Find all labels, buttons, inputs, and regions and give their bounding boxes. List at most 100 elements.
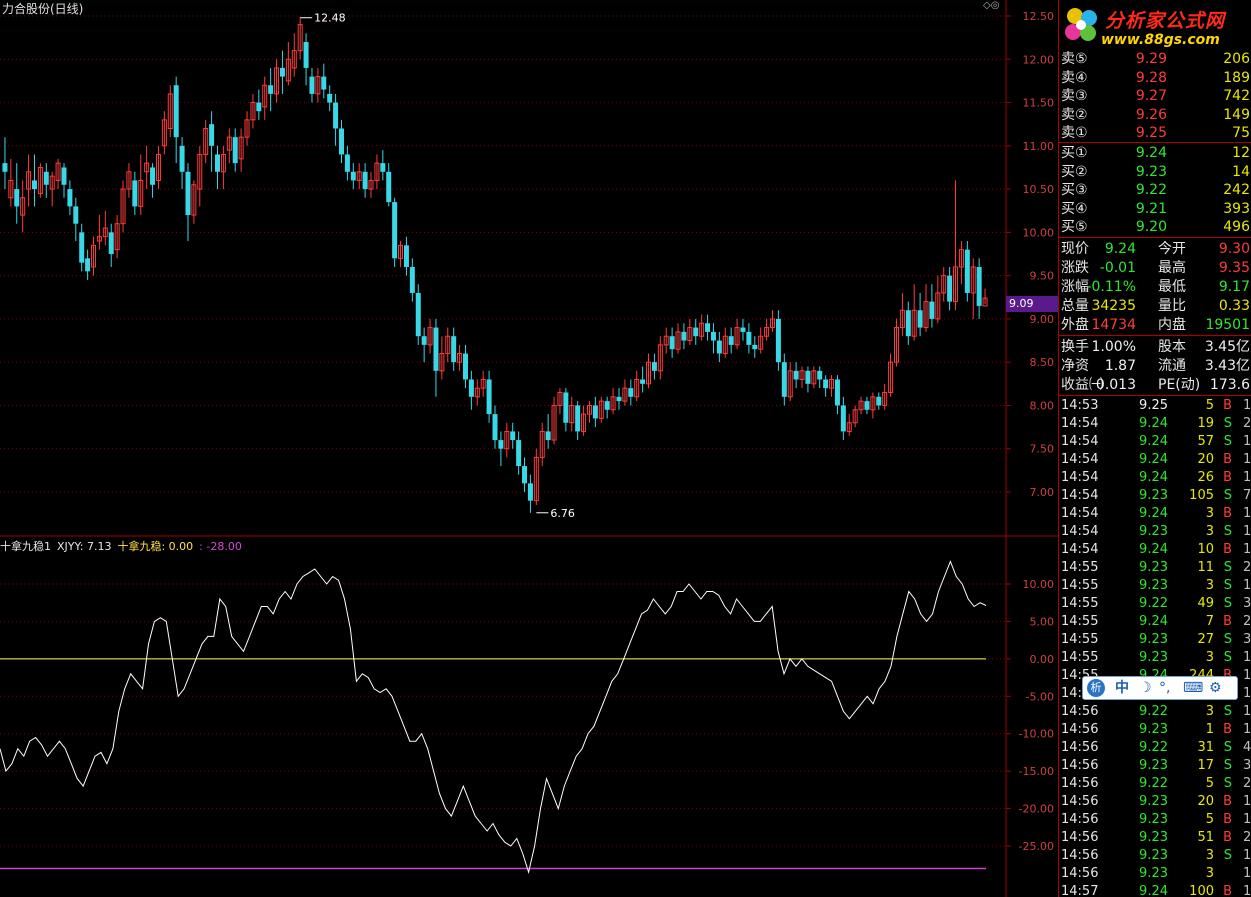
- trade-count: 1: [1243, 866, 1251, 881]
- trade-count: 1: [1243, 506, 1251, 521]
- candle-body: [344, 154, 350, 172]
- quote-label: PE(动): [1158, 377, 1201, 393]
- trade-time: 14:56: [1061, 794, 1099, 809]
- trade-count: 1: [1243, 650, 1251, 665]
- quote-row: 收益㈠ 0.013 PE(动) 173.6: [1059, 376, 1251, 394]
- trade-price: 9.22: [1139, 704, 1168, 719]
- price-tick-label: 9.00: [1030, 313, 1055, 326]
- trade-volume: 20: [1197, 452, 1214, 467]
- chart-title: 力合股份(日线): [2, 2, 84, 16]
- candle-body: [710, 331, 716, 341]
- keyboard-icon[interactable]: ⌨: [1183, 677, 1203, 699]
- trade-price: 9.25: [1139, 398, 1168, 413]
- trade-row: 14:54 9.23 105 S 7: [1059, 487, 1251, 505]
- candle-body: [746, 331, 752, 345]
- trade-count: 2: [1243, 416, 1251, 431]
- quote-label: 换手: [1061, 339, 1089, 355]
- quote-row: 现价 9.24 今开 9.30: [1059, 240, 1251, 258]
- quote-label: 涨幅: [1061, 279, 1089, 295]
- candle-body: [392, 202, 398, 259]
- trade-price: 9.24: [1139, 452, 1168, 467]
- trade-price: 9.23: [1139, 866, 1168, 881]
- candle-body: [516, 440, 522, 467]
- orderbook-divider: [1059, 142, 1251, 143]
- trade-row: 14:54 9.24 20 B 1: [1059, 451, 1251, 469]
- orderbook-sell-row: 卖① 9.25 75: [1059, 124, 1251, 142]
- orderbook-level-label: 买①: [1061, 145, 1088, 161]
- indicator-tick-label: 0.00: [1030, 653, 1055, 666]
- trade-count: 1: [1243, 722, 1251, 737]
- trade-time: 14:55: [1061, 632, 1099, 647]
- orderbook-volume: 242: [1223, 182, 1250, 198]
- trade-direction: S: [1223, 560, 1232, 575]
- price-tick-label: 7.50: [1030, 443, 1055, 456]
- trade-price: 9.22: [1139, 740, 1168, 755]
- logo-brand-text: 分析家公式网: [1105, 10, 1226, 32]
- stock-chart[interactable]: 12.50 12.00 11.50 11.00 10.50 10.00 9.50 9.00 8.…: [0, 0, 1058, 897]
- quote-value: 9.24: [1104, 241, 1136, 257]
- trade-volume: 105: [1189, 488, 1214, 503]
- candle-body: [386, 171, 392, 203]
- candle-body: [522, 466, 528, 484]
- trade-price: 9.24: [1139, 614, 1168, 629]
- trade-volume: 10: [1197, 542, 1214, 557]
- orderbook-level-label: 卖⑤: [1061, 51, 1088, 67]
- trade-price: 9.24: [1139, 470, 1168, 485]
- trade-price: 9.23: [1139, 560, 1168, 575]
- candle-body: [805, 370, 811, 384]
- chart-corner-icons[interactable]: ◇◎: [983, 0, 999, 11]
- trade-count: 1: [1243, 686, 1251, 701]
- quote-value: 3.45亿: [1204, 339, 1250, 355]
- trade-direction: B: [1223, 614, 1232, 629]
- candle-body: [185, 171, 191, 216]
- moon-icon[interactable]: ☽: [1139, 677, 1152, 699]
- trade-row: 14:56 9.22 31 S 4: [1059, 739, 1251, 757]
- candle-body: [840, 405, 846, 432]
- site-logo[interactable]: 分析家公式网 www.88gs.com: [1059, 0, 1251, 52]
- trade-direction: S: [1223, 596, 1232, 611]
- orderbook-buy-row: 买② 9.23 14: [1059, 163, 1251, 181]
- trade-count: 1: [1243, 524, 1251, 539]
- ime-logo-icon[interactable]: 析: [1087, 679, 1105, 697]
- candle-body: [43, 171, 49, 185]
- trade-volume: 57: [1197, 434, 1214, 449]
- candle-body: [232, 137, 238, 164]
- gear-icon[interactable]: ⚙: [1209, 677, 1222, 699]
- current-price-tag: 9.09: [1006, 296, 1058, 312]
- orderbook-divider: [1059, 237, 1251, 238]
- quote-value: 0.013: [1095, 377, 1136, 393]
- ime-toolbar[interactable]: 析 中 ☽ °, ⌨ ⚙: [1082, 676, 1238, 700]
- orderbook-volume: 206: [1223, 51, 1250, 67]
- trade-volume: 17: [1197, 758, 1214, 773]
- candle-body: [85, 258, 91, 272]
- candle-body: [333, 102, 339, 129]
- candle-body: [451, 336, 457, 363]
- trade-count: 1: [1243, 542, 1251, 557]
- logo-url-text: www.88gs.com: [1101, 32, 1220, 48]
- trade-count: 2: [1243, 614, 1251, 629]
- candle-body: [350, 171, 356, 181]
- candle-body: [575, 405, 581, 432]
- trade-row: 14:56 9.23 3 1: [1059, 865, 1251, 883]
- trade-row: 14:56 9.23 3 S 1: [1059, 847, 1251, 865]
- candle-body: [486, 379, 492, 415]
- trade-volume: 51: [1197, 830, 1214, 845]
- trade-row: 14:55 9.24 7 B 2: [1059, 613, 1251, 631]
- trade-row: 14:55 9.23 27 S 3: [1059, 631, 1251, 649]
- quote-label: 量比: [1158, 298, 1186, 314]
- indicator-legend: 十拿九稳1 XJYY: 7.13 十拿九稳: 0.00: -28.00: [0, 538, 248, 554]
- trade-row: 14:56 9.23 17 S 3: [1059, 757, 1251, 775]
- trade-count: 2: [1243, 560, 1251, 575]
- trade-price: 9.23: [1139, 578, 1168, 593]
- orderbook-buy-row: 买④ 9.21 393: [1059, 200, 1251, 218]
- punctuation-toggle[interactable]: °,: [1159, 677, 1170, 699]
- ime-mode-toggle[interactable]: 中: [1115, 677, 1129, 699]
- quote-panel: 分析家公式网 www.88gs.com 卖⑤ 9.29 206 卖④ 9.28 189 卖③…: [1058, 0, 1251, 897]
- trade-time: 14:54: [1061, 434, 1099, 449]
- candle-body: [67, 189, 73, 207]
- trade-direction: B: [1223, 542, 1232, 557]
- trade-volume: 100: [1189, 884, 1214, 897]
- trade-direction: B: [1223, 398, 1232, 413]
- orderbook-buy-row: 买① 9.24 12: [1059, 144, 1251, 162]
- orderbook-level-label: 买④: [1061, 200, 1088, 217]
